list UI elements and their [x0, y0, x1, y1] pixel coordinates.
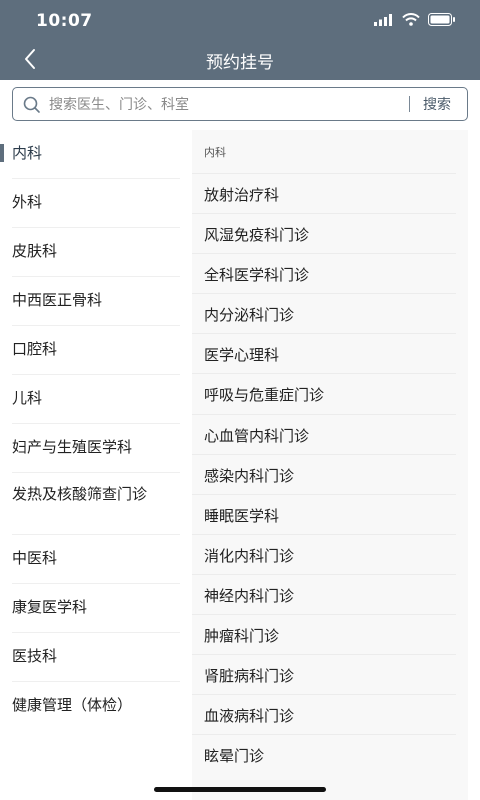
category-label: 中西医正骨科: [12, 291, 103, 309]
category-label: 中医科: [12, 549, 58, 567]
item-divider: [192, 293, 456, 295]
department-item[interactable]: 肾脏病科门诊: [192, 654, 468, 694]
category-item-neike[interactable]: 内科: [0, 130, 190, 179]
item-divider: [192, 173, 456, 174]
search-input[interactable]: [47, 88, 411, 121]
category-item-fare[interactable]: 发热及核酸筛查门诊: [0, 473, 190, 535]
department-label: 眩晕门诊: [204, 747, 265, 766]
category-item-erke[interactable]: 儿科: [0, 375, 190, 424]
category-item-fuchanke[interactable]: 妇产与生殖医学科: [0, 424, 190, 473]
department-list-panel: 内科 放射治疗科 风湿免疫科门诊 全科医学科门诊 内分泌科门诊 医学心理科 呼吸…: [192, 130, 468, 800]
search-area: 搜索: [0, 80, 480, 124]
department-label: 肾脏病科门诊: [204, 667, 295, 686]
item-divider: [192, 614, 456, 616]
item-divider: [192, 453, 456, 455]
department-label: 血液病科门诊: [204, 707, 295, 726]
search-button[interactable]: 搜索: [423, 94, 451, 114]
category-label: 内科: [12, 144, 43, 162]
department-label: 内分泌科门诊: [204, 306, 295, 325]
department-item[interactable]: 血液病科门诊: [192, 694, 468, 734]
category-item-zhongyike[interactable]: 中医科: [0, 535, 190, 584]
item-divider: [192, 333, 456, 335]
status-time: 10:07: [36, 11, 93, 31]
item-divider: [192, 654, 456, 656]
department-item[interactable]: 感染内科门诊: [192, 453, 468, 494]
department-label: 呼吸与危重症门诊: [204, 386, 325, 405]
item-divider: [192, 573, 456, 575]
item-divider: [192, 413, 456, 415]
battery-icon: [428, 13, 455, 26]
department-label: 消化内科门诊: [204, 546, 295, 565]
department-label: 放射治疗科: [204, 186, 280, 204]
active-indicator: [0, 144, 4, 162]
category-label: 康复医学科: [12, 598, 88, 616]
wifi-icon: [402, 13, 420, 26]
category-label: 儿科: [12, 389, 43, 407]
category-label: 外科: [12, 193, 43, 211]
category-label: 医技科: [12, 647, 58, 665]
item-divider: [192, 493, 456, 495]
category-item-kangfuke[interactable]: 康复医学科: [0, 584, 190, 633]
department-item[interactable]: 神经内科门诊: [192, 573, 468, 614]
page-title: 预约挂号: [206, 53, 274, 73]
status-icons: [374, 13, 456, 26]
signal-icon: [374, 13, 392, 26]
department-item[interactable]: 风湿免疫科门诊: [192, 213, 468, 253]
department-item[interactable]: 消化内科门诊: [192, 533, 468, 574]
category-item-kouqiangke[interactable]: 口腔科: [0, 326, 190, 375]
category-item-jiankangguanli[interactable]: 健康管理（体检）: [0, 682, 190, 731]
category-item-zhengguke[interactable]: 中西医正骨科: [0, 277, 190, 326]
item-divider: [192, 734, 456, 736]
search-box: 搜索: [12, 87, 468, 121]
category-label: 健康管理（体检）: [12, 696, 133, 714]
home-indicator: [154, 787, 326, 792]
department-label: 全科医学科门诊: [204, 266, 310, 285]
category-item-waike[interactable]: 外科: [0, 179, 190, 228]
category-item-yijike[interactable]: 医技科: [0, 633, 190, 682]
status-bar: 10:07: [0, 0, 480, 40]
item-divider: [192, 533, 456, 535]
department-item[interactable]: 内分泌科门诊: [192, 293, 468, 333]
category-label: 发热及核酸筛查门诊: [12, 485, 148, 503]
department-item[interactable]: 放射治疗科: [192, 173, 468, 213]
item-divider: [192, 694, 456, 696]
item-divider: [192, 213, 456, 215]
department-category-list: 内科 外科 皮肤科 中西医正骨科 口腔科 儿科 妇产与生殖医学科 发热及核酸筛查…: [0, 130, 190, 800]
nav-bar: 预约挂号: [0, 40, 480, 80]
department-label: 医学心理科: [204, 346, 280, 365]
item-divider: [192, 373, 456, 375]
category-label: 口腔科: [12, 340, 58, 358]
department-label: 风湿免疫科门诊: [204, 226, 310, 245]
department-label: 肿瘤科门诊: [204, 627, 280, 646]
search-divider: [409, 96, 410, 112]
department-label: 感染内科门诊: [204, 466, 295, 485]
department-item[interactable]: 心血管内科门诊: [192, 413, 468, 454]
search-icon: [23, 96, 40, 113]
department-item[interactable]: 眩晕门诊: [192, 734, 468, 774]
department-label: 心血管内科门诊: [204, 426, 310, 445]
item-divider: [192, 253, 456, 255]
department-item[interactable]: 肿瘤科门诊: [192, 614, 468, 654]
department-item[interactable]: 医学心理科: [192, 333, 468, 373]
department-item[interactable]: 全科医学科门诊: [192, 253, 468, 293]
department-item[interactable]: 睡眠医学科: [192, 493, 468, 534]
category-label: 皮肤科: [12, 242, 58, 260]
department-label: 睡眠医学科: [204, 506, 280, 525]
category-item-pifuke[interactable]: 皮肤科: [0, 228, 190, 277]
department-item[interactable]: 呼吸与危重症门诊: [192, 373, 468, 413]
department-list: 放射治疗科 风湿免疫科门诊 全科医学科门诊 内分泌科门诊 医学心理科 呼吸与危重…: [192, 173, 468, 774]
department-label: 神经内科门诊: [204, 586, 295, 605]
category-label: 妇产与生殖医学科: [12, 438, 133, 456]
section-header: 内科: [204, 146, 226, 159]
